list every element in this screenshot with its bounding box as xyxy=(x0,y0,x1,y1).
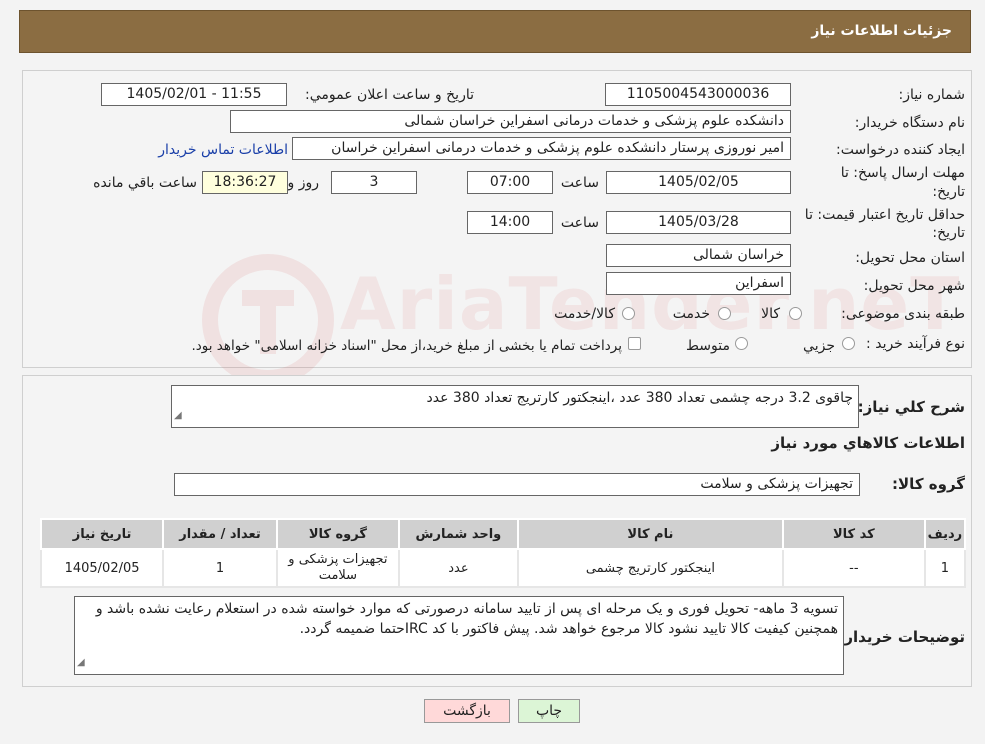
watermark-logo xyxy=(198,250,338,390)
cell-group: تجهیزات پزشکی و سلامت xyxy=(275,548,400,588)
col-name-header: نام کالا xyxy=(516,518,784,550)
validity-time-field[interactable]: 14:00 xyxy=(467,211,553,234)
summary-label: شرح کلي نياز: xyxy=(857,398,965,416)
announce-label: تاريخ و ساعت اعلان عمومي: xyxy=(305,87,474,103)
cell-qty: 1 xyxy=(162,548,278,588)
col-date-header: تاريخ نياز xyxy=(39,518,165,550)
creator-label: ايجاد کننده درخواست: xyxy=(836,142,965,158)
goods-group-label: گروه کالا: xyxy=(892,475,965,493)
page-title: جزئیات اطلاعات نیاز xyxy=(811,23,952,39)
buyer-org-label: نام دستگاه خريدار: xyxy=(854,115,965,131)
goods-info-title: اطلاعات کالاهاي مورد نياز xyxy=(771,434,965,452)
resize-grip-icon[interactable]: ◢ xyxy=(77,653,85,673)
announce-field[interactable]: 1405/02/01 - 11:55 xyxy=(101,83,287,106)
validity-date-field[interactable]: 1405/03/28 xyxy=(606,211,791,234)
deadline-time-field[interactable]: 07:00 xyxy=(467,171,553,194)
goods-group-field[interactable]: تجهیزات پزشکی و سلامت xyxy=(174,473,860,496)
remaining-time-field: 18:36:27 xyxy=(202,171,288,194)
table-header-row: رديف کد کالا نام کالا واحد شمارش گروه کا… xyxy=(39,518,967,550)
cell-date: 1405/02/05 xyxy=(39,548,165,588)
validity-time-label: ساعت xyxy=(560,215,599,231)
deadline-time-label: ساعت xyxy=(560,175,599,191)
need-number-field[interactable]: 1105004543000036 xyxy=(605,83,791,106)
deadline-label-date: تاریخ: xyxy=(932,184,965,200)
resize-grip-icon[interactable]: ◢ xyxy=(174,406,182,426)
buyer-contact-link[interactable]: اطلاعات تماس خريدار xyxy=(158,142,288,158)
buyer-org-field[interactable]: دانشکده علوم پزشکی و خدمات درمانی اسفرای… xyxy=(230,110,791,133)
cell-row: 1 xyxy=(923,548,967,588)
col-qty-header: تعداد / مقدار xyxy=(162,518,278,550)
process-medium-radio[interactable] xyxy=(735,337,748,350)
category-goods-radio[interactable] xyxy=(789,307,802,320)
back-button[interactable]: بازگشت xyxy=(424,699,510,723)
summary-textarea[interactable]: چاقوی 3.2 درجه چشمی تعداد 380 عدد ،اینجک… xyxy=(171,385,859,428)
col-row-header: رديف xyxy=(923,518,967,550)
process-label: نوع فرآيند خريد : xyxy=(866,336,965,352)
table-row[interactable]: 1 -- اینجکتور کارتریج چشمی عدد تجهیزات پ… xyxy=(39,548,967,588)
summary-text: چاقوی 3.2 درجه چشمی تعداد 380 عدد ،اینجک… xyxy=(426,390,853,406)
creator-field[interactable]: امیر نوروزی پرستار دانشکده علوم پزشکی و … xyxy=(292,137,791,160)
notes-textarea[interactable]: تسویه 3 ماهه- تحویل فوری و یک مرحله ای پ… xyxy=(74,596,844,675)
need-number-label: شماره نیاز: xyxy=(898,87,966,103)
category-label: طبقه بندی موضوعی: xyxy=(841,306,965,322)
process-minor-label: جزيي xyxy=(803,338,835,354)
validity-label: حداقل تاريخ اعتبار قيمت: تا xyxy=(804,207,965,223)
province-label: استان محل تحويل: xyxy=(855,250,965,266)
process-minor-radio[interactable] xyxy=(842,337,855,350)
col-group-header: گروه کالا xyxy=(275,518,400,550)
cell-name: اینجکتور کارتریج چشمی xyxy=(516,548,784,588)
treasury-checkbox[interactable] xyxy=(628,337,641,350)
remaining-label: ساعت باقي مانده xyxy=(93,175,197,191)
cell-code: -- xyxy=(781,548,926,588)
process-medium-label: متوسط xyxy=(686,338,730,354)
category-goods-service-radio[interactable] xyxy=(622,307,635,320)
deadline-date-field[interactable]: 1405/02/05 xyxy=(606,171,791,194)
cell-unit: عدد xyxy=(397,548,519,588)
col-code-header: کد کالا xyxy=(781,518,926,550)
city-label: شهر محل تحويل: xyxy=(863,278,965,294)
category-service-label: خدمت xyxy=(672,306,710,322)
page-header: جزئیات اطلاعات نیاز xyxy=(19,10,971,53)
category-service-radio[interactable] xyxy=(718,307,731,320)
days-label: روز و xyxy=(287,175,320,191)
days-field[interactable]: 3 xyxy=(331,171,417,194)
city-field[interactable]: اسفراین xyxy=(606,272,791,295)
process-note: پرداخت تمام يا بخشی از مبلغ خريد،از محل … xyxy=(191,338,622,354)
validity-label-date: تاریخ: xyxy=(932,225,965,241)
goods-table: رديف کد کالا نام کالا واحد شمارش گروه کا… xyxy=(39,518,967,588)
notes-label: توضيحات خريدار: xyxy=(838,628,965,646)
category-goods-label: کالا xyxy=(761,306,780,322)
notes-text: تسویه 3 ماهه- تحویل فوری و یک مرحله ای پ… xyxy=(95,601,838,637)
deadline-label: مهلت ارسال پاسخ: تا xyxy=(840,165,965,181)
province-field[interactable]: خراسان شمالی xyxy=(606,244,791,267)
col-unit-header: واحد شمارش xyxy=(397,518,519,550)
category-goods-service-label: کالا/خدمت xyxy=(554,306,615,322)
print-button[interactable]: چاپ xyxy=(518,699,580,723)
